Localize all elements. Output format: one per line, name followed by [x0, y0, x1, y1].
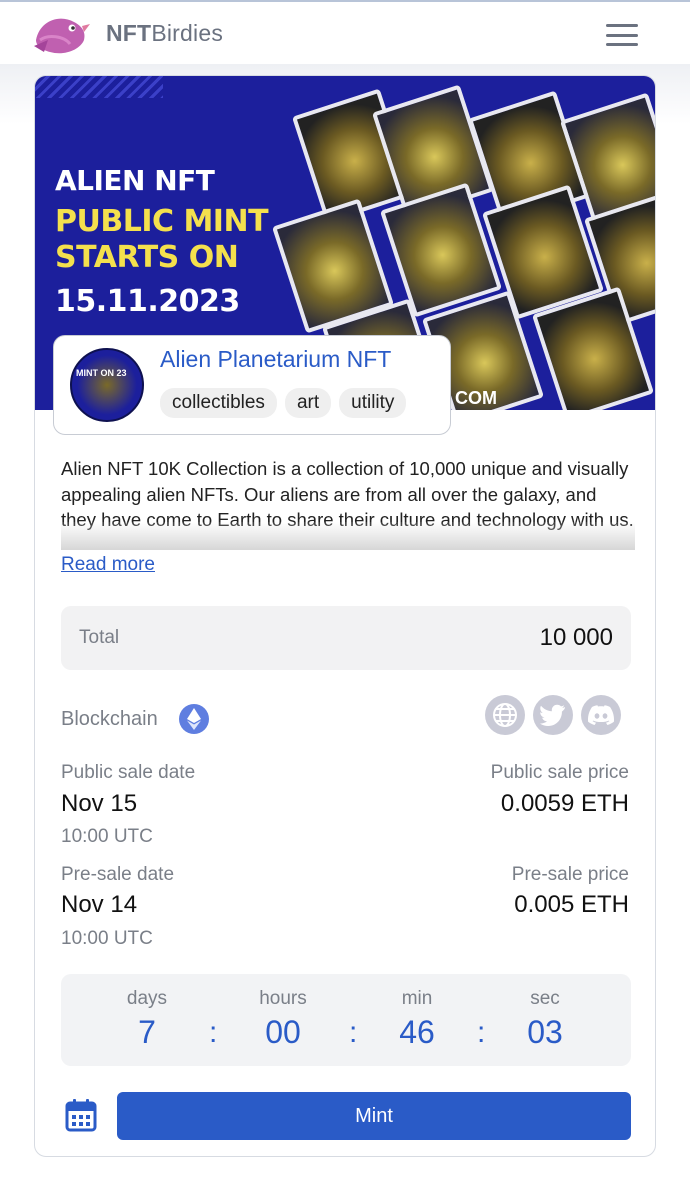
countdown-separator: : [477, 1016, 486, 1049]
bird-logo-icon[interactable] [30, 10, 92, 58]
countdown-hours-label: hours [259, 988, 307, 1009]
top-nav-bar: NFTBirdies [0, 0, 690, 64]
tag-collectibles[interactable]: collectibles [160, 388, 277, 418]
countdown-separator: : [209, 1016, 218, 1049]
countdown-sec-label: sec [530, 988, 560, 1009]
countdown-hours-value: 00 [265, 1014, 301, 1050]
collection-tags: collectibles art utility [160, 388, 407, 418]
collection-info-box: MINT ON 23 Alien Planetarium NFT collect… [53, 335, 451, 435]
brand-name[interactable]: NFTBirdies [106, 20, 223, 47]
pre-sale-price: 0.005 ETH [514, 891, 629, 918]
countdown-min-label: min [401, 988, 433, 1009]
pre-sale-time: 10:00 UTC [61, 928, 153, 949]
public-sale-time: 10:00 UTC [61, 826, 153, 847]
read-more-link[interactable]: Read more [61, 554, 155, 576]
total-value: 10 000 [539, 624, 613, 651]
countdown-min-value: 46 [399, 1014, 435, 1050]
description-fade-overlay [61, 522, 635, 550]
mint-button[interactable]: Mint [117, 1092, 631, 1140]
tag-utility[interactable]: utility [339, 388, 407, 418]
public-sale-date-label: Public sale date [61, 762, 196, 783]
globe-icon[interactable] [485, 695, 525, 735]
ethereum-icon [179, 704, 209, 734]
menu-line [606, 43, 638, 46]
menu-line [606, 24, 638, 27]
discord-icon[interactable] [581, 695, 621, 735]
pre-sale-date-label: Pre-sale date [61, 864, 175, 885]
public-sale-price: 0.0059 ETH [500, 790, 629, 817]
pre-sale-date: Nov 14 [61, 891, 138, 918]
mint-countdown: days 7 : hours 00 : min 46 : sec 03 [61, 974, 631, 1066]
banner-stripes [35, 76, 163, 98]
calendar-icon[interactable] [65, 1098, 97, 1132]
twitter-icon[interactable] [533, 695, 573, 735]
tag-art[interactable]: art [284, 388, 332, 418]
avatar-text: MINT ON 23 [76, 368, 127, 378]
pre-sale-price-label: Pre-sale price [511, 864, 629, 885]
hamburger-menu-icon[interactable] [606, 24, 638, 46]
countdown-separator: : [349, 1016, 358, 1049]
banner-date: 15.11.2023 [55, 284, 240, 319]
banner-subtitle-2: STARTS ON [55, 240, 239, 275]
countdown-days-value: 7 [138, 1014, 156, 1050]
public-sale-date: Nov 15 [61, 790, 138, 817]
collection-avatar: MINT ON 23 [70, 348, 144, 422]
blockchain-label: Blockchain [61, 708, 158, 730]
countdown-sec-value: 03 [527, 1014, 563, 1050]
public-sale-price-label: Public sale price [490, 762, 629, 783]
banner-website-text: COM [455, 388, 497, 408]
total-supply-panel: Total 10 000 [61, 606, 631, 670]
brand-rest: Birdies [151, 20, 224, 46]
brand-bold: NFT [106, 20, 152, 46]
collection-name-link[interactable]: Alien Planetarium NFT [160, 346, 391, 373]
total-label: Total [79, 627, 120, 648]
banner-title: ALIEN NFT [55, 164, 215, 197]
countdown-days-label: days [126, 988, 168, 1009]
menu-line [606, 33, 638, 37]
banner-subtitle-1: PUBLIC MINT [55, 204, 269, 239]
nft-tile [379, 182, 503, 318]
nft-collection-card: ALIEN NFT PUBLIC MINT STARTS ON 15.11.20… [34, 75, 656, 1157]
